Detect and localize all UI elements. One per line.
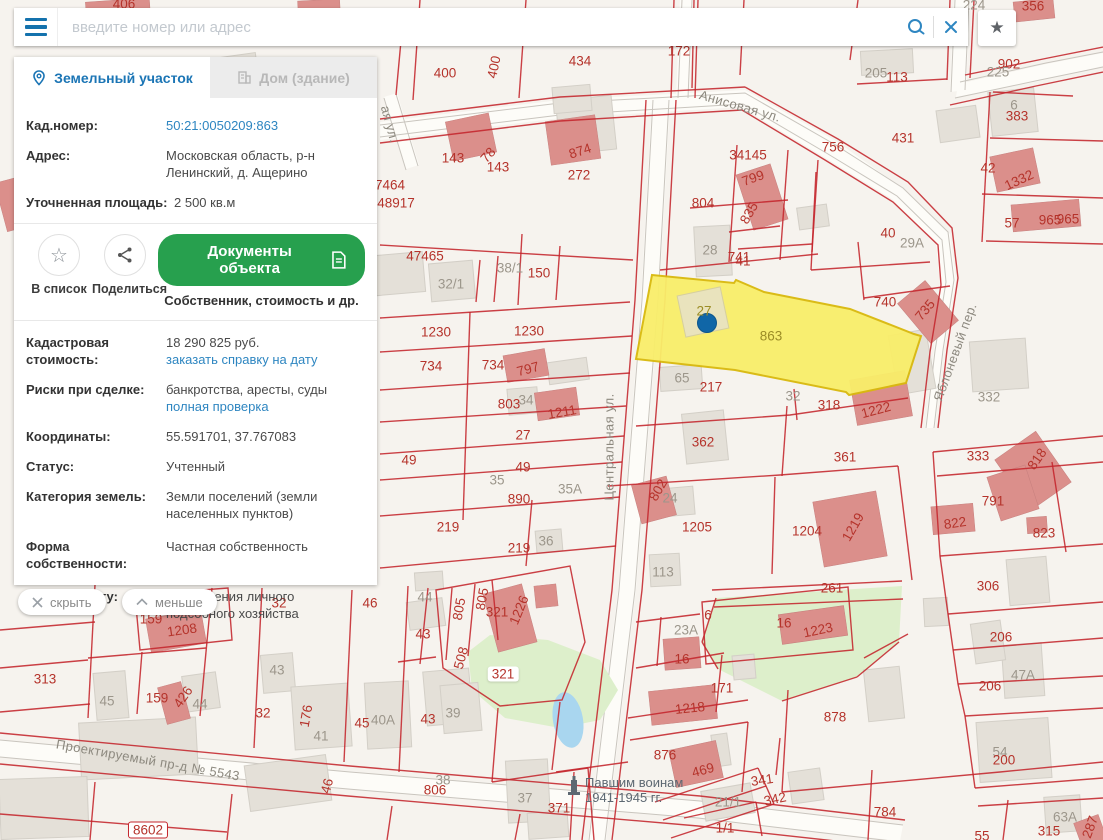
- add-to-list-label: В список: [26, 282, 92, 296]
- ownership-label: Форма собственности:: [26, 538, 166, 572]
- building-icon: [237, 70, 252, 85]
- field-cadnum: Кад.номер: 50:21:0050209:863: [26, 117, 365, 134]
- field-category: Категория земель: Земли поселений (земли…: [26, 488, 365, 522]
- location-pin-icon: [31, 70, 47, 86]
- risks-check-link[interactable]: полная проверка: [166, 398, 365, 415]
- close-icon: [32, 597, 43, 608]
- area-value: 2 500 кв.м: [174, 194, 365, 211]
- hide-label: скрыть: [50, 595, 92, 610]
- share-button[interactable]: Поделиться: [92, 234, 158, 296]
- divider: [14, 223, 377, 224]
- cost-report-link[interactable]: заказать справку на дату: [166, 351, 365, 368]
- hide-panel-button[interactable]: скрыть: [18, 589, 106, 615]
- search-bar: [14, 8, 968, 46]
- area-label: Уточненная площадь:: [26, 194, 174, 211]
- document-icon: [331, 251, 347, 269]
- risks-value: банкротства, аресты, суды: [166, 381, 365, 398]
- cost-label: Кадастровая стоимость:: [26, 334, 166, 368]
- tab-house-building[interactable]: Дом (здание): [210, 57, 377, 98]
- add-to-list-button[interactable]: ☆ В список: [26, 234, 92, 296]
- tab-land-parcel[interactable]: Земельный участок: [14, 57, 210, 98]
- field-risks: Риски при сделке: банкротства, аресты, с…: [26, 381, 365, 415]
- share-icon: [116, 246, 134, 264]
- field-status: Статус: Учтенный: [26, 458, 365, 475]
- search-input[interactable]: [58, 19, 899, 36]
- cadnum-label: Кад.номер:: [26, 117, 166, 134]
- star-icon: ★: [989, 18, 1004, 38]
- star-outline-icon: ☆: [50, 243, 68, 268]
- coords-value: 55.591701, 37.767083: [166, 428, 365, 445]
- address-value: Московская область, р-н Ленинский, д. Ащ…: [166, 147, 365, 181]
- chevron-up-icon: [136, 598, 148, 606]
- selected-parcel-marker: [698, 314, 717, 333]
- tab-house-label: Дом (здание): [259, 70, 350, 86]
- category-label: Категория земель:: [26, 488, 166, 522]
- actions-row: ☆ В список Поделиться: [26, 234, 365, 308]
- coords-label: Координаты:: [26, 428, 166, 445]
- clear-search-button[interactable]: [934, 8, 968, 46]
- close-icon: [943, 19, 959, 35]
- monument-line1: Павшим воинам: [585, 775, 683, 790]
- field-cost: Кадастровая стоимость: 18 290 825 руб. з…: [26, 334, 365, 368]
- object-documents-button[interactable]: Документы объекта: [158, 234, 365, 286]
- risks-label: Риски при сделке:: [26, 381, 166, 415]
- cost-value: 18 290 825 руб.: [166, 334, 365, 351]
- app: 4063562241724344004002051139022253836431…: [0, 0, 1103, 840]
- search-button[interactable]: [899, 8, 933, 46]
- divider: [14, 320, 377, 321]
- cadnum-value-link[interactable]: 50:21:0050209:863: [166, 118, 278, 133]
- field-coords: Координаты: 55.591701, 37.767083: [26, 428, 365, 445]
- address-label: Адрес:: [26, 147, 166, 181]
- panel-tabs: Земельный участок Дом (здание): [14, 57, 377, 98]
- menu-icon: [25, 18, 47, 22]
- field-ownership: Форма собственности: Частная собственнос…: [26, 538, 365, 572]
- menu-button[interactable]: [14, 8, 58, 46]
- tab-land-label: Земельный участок: [54, 70, 193, 86]
- category-value: Земли поселений (земли населенных пункто…: [166, 488, 365, 522]
- object-info-panel: Земельный участок Дом (здание) Кад.номер…: [14, 57, 377, 585]
- ownership-value: Частная собственность: [166, 538, 365, 572]
- docs-subtitle: Собственник, стоимость и др.: [158, 293, 365, 308]
- status-label: Статус:: [26, 458, 166, 475]
- field-area: Уточненная площадь: 2 500 кв.м: [26, 194, 365, 211]
- search-icon: [906, 17, 926, 37]
- status-value: Учтенный: [166, 458, 365, 475]
- docs-button-label: Документы объекта: [176, 243, 323, 277]
- less-label: меньше: [155, 595, 203, 610]
- favorites-button[interactable]: ★: [978, 10, 1016, 46]
- share-label: Поделиться: [92, 282, 158, 296]
- monument-label: Павшим воинам 1941-1945 гг.: [585, 775, 683, 805]
- monument-line2: 1941-1945 гг.: [585, 790, 683, 805]
- collapse-panel-button[interactable]: меньше: [122, 589, 217, 615]
- panel-body: Кад.номер: 50:21:0050209:863 Адрес: Моск…: [14, 98, 377, 622]
- field-address: Адрес: Московская область, р-н Ленинский…: [26, 147, 365, 181]
